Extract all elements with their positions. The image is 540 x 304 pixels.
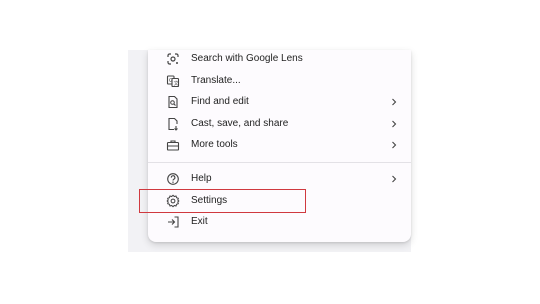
google-lens-icon xyxy=(167,53,179,65)
gear-icon xyxy=(166,194,180,208)
menu-item-label: More tools xyxy=(191,139,238,150)
browser-main-menu: Search with Google Lens G 文 Translate...… xyxy=(148,50,411,242)
chevron-right-icon xyxy=(392,175,397,183)
menu-item-settings[interactable]: Settings xyxy=(148,190,411,212)
menu-item-label: Settings xyxy=(191,195,228,206)
menu-item-label: Help xyxy=(191,173,212,184)
menu-item-label: Exit xyxy=(191,216,208,227)
svg-text:文: 文 xyxy=(174,80,179,87)
menu-item-label: Search with Google Lens xyxy=(191,53,303,64)
menu-item-translate[interactable]: G 文 Translate... xyxy=(148,70,411,92)
menu-item-cast-save-share[interactable]: Cast, save, and share xyxy=(148,113,411,135)
chevron-right-icon xyxy=(392,120,397,128)
chevron-right-icon xyxy=(392,141,397,149)
svg-text:G: G xyxy=(169,78,173,84)
menu-item-label: Translate... xyxy=(191,75,241,86)
help-icon xyxy=(167,173,179,185)
translate-icon: G 文 xyxy=(166,75,180,88)
chevron-right-icon xyxy=(392,98,397,106)
menu-item-more-tools[interactable]: More tools xyxy=(148,134,411,156)
menu-item-exit[interactable]: Exit xyxy=(148,211,411,233)
menu-divider xyxy=(148,162,411,163)
menu-item-label: Find and edit xyxy=(191,96,249,107)
exit-icon xyxy=(168,216,179,228)
more-tools-icon xyxy=(166,140,180,151)
menu-item-search-with-google-lens[interactable]: Search with Google Lens xyxy=(148,48,411,70)
menu-item-label: Cast, save, and share xyxy=(191,118,289,129)
menu-item-find-and-edit[interactable]: Find and edit xyxy=(148,91,411,113)
find-and-edit-icon xyxy=(168,95,178,109)
cast-save-share-icon xyxy=(168,117,178,131)
menu-item-help[interactable]: Help xyxy=(148,168,411,190)
